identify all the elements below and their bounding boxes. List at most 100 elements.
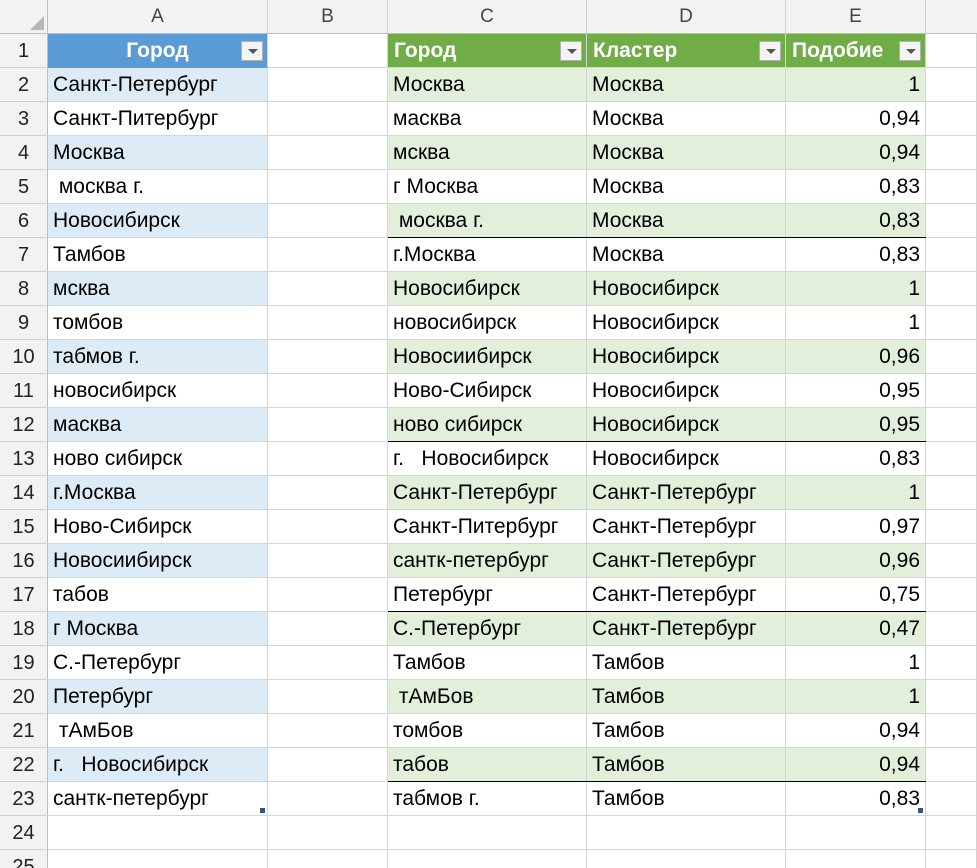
table2-cell[interactable]: масква: [388, 102, 587, 136]
row-header-9[interactable]: 9: [0, 306, 48, 340]
grid-cell[interactable]: [926, 102, 977, 136]
table2-cell[interactable]: 0,94: [786, 136, 926, 170]
row-header-22[interactable]: 22: [0, 748, 48, 782]
table2-header-2[interactable]: Подобие: [786, 34, 926, 68]
table1-cell[interactable]: томбов: [48, 306, 268, 340]
table2-cell[interactable]: Москва: [388, 68, 587, 102]
grid-cell[interactable]: [268, 34, 388, 68]
table2-cell[interactable]: Новосибирск: [388, 272, 587, 306]
row-header-12[interactable]: 12: [0, 408, 48, 442]
row-header-15[interactable]: 15: [0, 510, 48, 544]
table2-cell[interactable]: Санкт-Петербург: [587, 578, 786, 612]
table2-cell[interactable]: Санкт-Петербург: [587, 510, 786, 544]
grid-cell[interactable]: [268, 68, 388, 102]
table1-cell[interactable]: г. Новосибирск: [48, 748, 268, 782]
table2-cell[interactable]: 0,75: [786, 578, 926, 612]
row-header-20[interactable]: 20: [0, 680, 48, 714]
table1-cell[interactable]: сантк-петербург: [48, 782, 268, 816]
select-all-corner[interactable]: [0, 0, 48, 34]
grid-cell[interactable]: [268, 238, 388, 272]
grid-cell[interactable]: [268, 306, 388, 340]
row-header-19[interactable]: 19: [0, 646, 48, 680]
grid-cell[interactable]: [926, 850, 977, 868]
grid-cell[interactable]: [926, 680, 977, 714]
grid-cell[interactable]: [926, 782, 977, 816]
table2-cell[interactable]: 0,95: [786, 408, 926, 442]
table2-cell[interactable]: томбов: [388, 714, 587, 748]
filter-dropdown-icon[interactable]: [899, 41, 921, 61]
table1-cell[interactable]: ново сибирск: [48, 442, 268, 476]
table2-cell[interactable]: Санкт-Петербург: [587, 612, 786, 646]
grid-cell[interactable]: [926, 340, 977, 374]
grid-cell[interactable]: [268, 612, 388, 646]
column-header-c[interactable]: C: [388, 0, 587, 34]
table1-cell[interactable]: москва г.: [48, 170, 268, 204]
row-header-10[interactable]: 10: [0, 340, 48, 374]
table2-cell[interactable]: ново сибирск: [388, 408, 587, 442]
grid-cell[interactable]: [388, 816, 587, 850]
grid-cell[interactable]: [926, 442, 977, 476]
row-header-2[interactable]: 2: [0, 68, 48, 102]
table2-cell[interactable]: новосибирск: [388, 306, 587, 340]
table2-cell[interactable]: 0,96: [786, 544, 926, 578]
grid-cell[interactable]: [268, 340, 388, 374]
column-header-e[interactable]: E: [786, 0, 926, 34]
grid-cell[interactable]: [926, 476, 977, 510]
table2-cell[interactable]: 0,83: [786, 170, 926, 204]
grid-cell[interactable]: [926, 816, 977, 850]
grid-cell[interactable]: [926, 68, 977, 102]
table2-cell[interactable]: Москва: [587, 136, 786, 170]
table2-header-1[interactable]: Кластер: [587, 34, 786, 68]
table2-cell[interactable]: 0,94: [786, 102, 926, 136]
table2-cell[interactable]: г Москва: [388, 170, 587, 204]
table2-cell[interactable]: Тамбов: [587, 714, 786, 748]
grid-cell[interactable]: [268, 272, 388, 306]
grid-cell[interactable]: [926, 306, 977, 340]
row-header-8[interactable]: 8: [0, 272, 48, 306]
row-header-1[interactable]: 1: [0, 34, 48, 68]
table1-cell[interactable]: г.Москва: [48, 476, 268, 510]
table2-cell[interactable]: Новосибирск: [587, 408, 786, 442]
table2-cell[interactable]: г.Москва: [388, 238, 587, 272]
table2-cell[interactable]: 0,83: [786, 782, 926, 816]
table2-cell[interactable]: 0,47: [786, 612, 926, 646]
table2-cell[interactable]: Тамбов: [587, 680, 786, 714]
grid-cell[interactable]: [268, 782, 388, 816]
grid-cell[interactable]: [268, 646, 388, 680]
grid-cell[interactable]: [926, 238, 977, 272]
table1-cell[interactable]: Петербург: [48, 680, 268, 714]
table2-resize-handle[interactable]: [918, 808, 923, 813]
row-header-21[interactable]: 21: [0, 714, 48, 748]
table2-cell[interactable]: Новосиибирск: [388, 340, 587, 374]
table2-cell[interactable]: Тамбов: [587, 782, 786, 816]
table2-cell[interactable]: 0,95: [786, 374, 926, 408]
table2-cell[interactable]: Новосибирск: [587, 442, 786, 476]
grid-cell[interactable]: [268, 442, 388, 476]
grid-cell[interactable]: [786, 850, 926, 868]
table2-cell[interactable]: Тамбов: [388, 646, 587, 680]
row-header-18[interactable]: 18: [0, 612, 48, 646]
row-header-4[interactable]: 4: [0, 136, 48, 170]
grid-cell[interactable]: [268, 170, 388, 204]
table2-cell[interactable]: Ново-Сибирск: [388, 374, 587, 408]
row-header-24[interactable]: 24: [0, 816, 48, 850]
table1-cell[interactable]: мсква: [48, 272, 268, 306]
row-header-23[interactable]: 23: [0, 782, 48, 816]
row-header-6[interactable]: 6: [0, 204, 48, 238]
grid-cell[interactable]: [268, 374, 388, 408]
grid-cell[interactable]: [926, 204, 977, 238]
grid-cell[interactable]: [926, 34, 977, 68]
filter-dropdown-icon[interactable]: [759, 41, 781, 61]
column-header-a[interactable]: A: [48, 0, 268, 34]
table1-header-gorod[interactable]: Город: [48, 34, 268, 68]
select-all-triangle-icon[interactable]: [30, 16, 44, 30]
grid-cell[interactable]: [268, 680, 388, 714]
filter-dropdown-icon[interactable]: [560, 41, 582, 61]
table2-cell[interactable]: Санкт-Петербург: [587, 544, 786, 578]
table2-cell[interactable]: 0,96: [786, 340, 926, 374]
table2-cell[interactable]: Тамбов: [587, 646, 786, 680]
row-header-25[interactable]: 25: [0, 850, 48, 868]
table2-cell[interactable]: Новосибирск: [587, 272, 786, 306]
grid-cell[interactable]: [268, 102, 388, 136]
grid-cell[interactable]: [268, 816, 388, 850]
